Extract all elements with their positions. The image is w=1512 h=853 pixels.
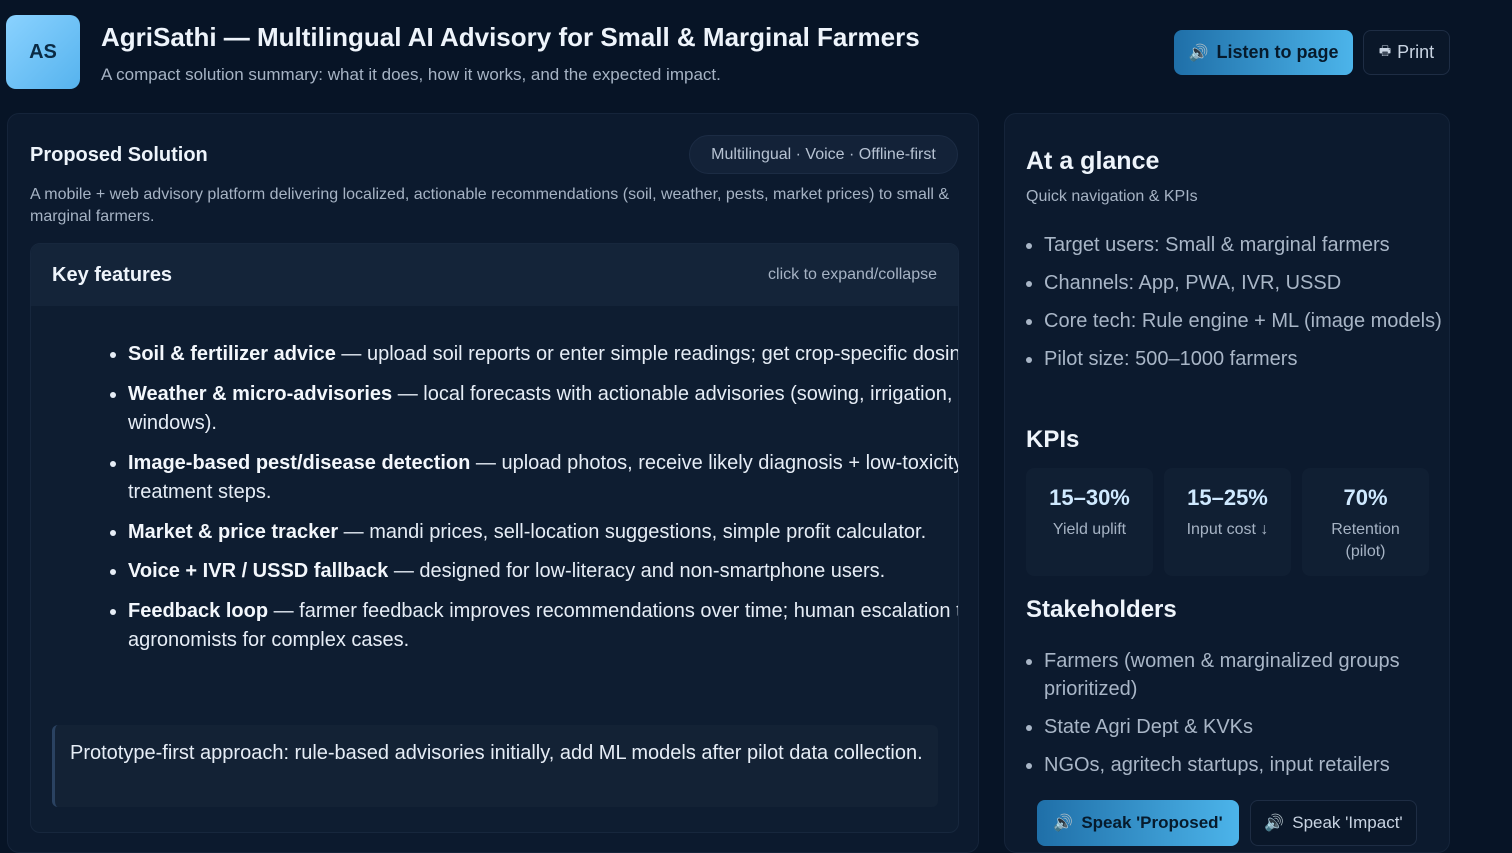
stakeholders-title: Stakeholders — [1026, 596, 1177, 623]
print-label: Print — [1397, 42, 1435, 62]
kpi-label: Input cost ↓ — [1186, 521, 1269, 538]
at-a-glance-card: At a glance Quick navigation & KPIs Targ… — [1004, 113, 1450, 853]
list-item: Weather & micro-advisories — local forec… — [128, 380, 958, 439]
proposed-solution-description: A mobile + web advisory platform deliver… — [30, 186, 950, 225]
speaker-icon: 🔊 — [1188, 44, 1209, 62]
page-subtitle: A compact solution summary: what it does… — [101, 65, 721, 84]
list-item: Feedback loop — farmer feedback improves… — [128, 597, 958, 656]
kpi-value: 15–25% — [1187, 485, 1268, 510]
list-item: Pilot size: 500–1000 farmers — [1044, 345, 1444, 373]
list-item: Voice + IVR / USSD fallback — designed f… — [128, 557, 958, 587]
feature-text: — designed for low-literacy and non-smar… — [388, 560, 886, 582]
at-a-glance-title: At a glance — [1026, 147, 1160, 175]
kpi-card: 70% Retention (pilot) — [1302, 468, 1429, 576]
feature-name: Market & price tracker — [128, 520, 339, 543]
feature-name: Image-based pest/disease detection — [128, 451, 471, 474]
listen-to-page-button[interactable]: 🔊 Listen to page — [1174, 30, 1353, 75]
speak-proposed-button[interactable]: 🔊 Speak 'Proposed' — [1037, 800, 1239, 846]
speaker-icon: 🔊 — [1053, 815, 1074, 832]
glance-list: Target users: Small & marginal farmers C… — [1026, 231, 1444, 383]
list-item: State Agri Dept & KVKs — [1044, 713, 1444, 741]
speaker-icon: 🔊 — [1264, 815, 1285, 832]
list-item: Channels: App, PWA, IVR, USSD — [1044, 269, 1444, 297]
speak-proposed-label: Speak 'Proposed' — [1081, 813, 1223, 832]
list-item: Farmers (women & marginalized groups pri… — [1044, 647, 1444, 703]
tags-pill: Multilingual · Voice · Offline-first — [689, 135, 958, 174]
feature-name: Voice + IVR / USSD fallback — [128, 560, 389, 582]
feature-name: Feedback loop — [128, 599, 269, 622]
kpis-title: KPIs — [1026, 426, 1080, 453]
expand-collapse-hint: click to expand/collapse — [768, 266, 937, 283]
features-list: Soil & fertilizer advice — upload soil r… — [31, 340, 959, 666]
printer-icon: 🖶 — [1378, 42, 1392, 58]
feature-text: — mandi prices, sell-location suggestion… — [338, 520, 927, 543]
kpi-value: 15–30% — [1049, 485, 1130, 510]
list-item: Image-based pest/disease detection — upl… — [128, 449, 958, 508]
list-item: Market & price tracker — mandi prices, s… — [128, 518, 958, 548]
stakeholders-list: Farmers (women & marginalized groups pri… — [1026, 647, 1444, 789]
kpi-card: 15–30% Yield uplift — [1026, 468, 1153, 576]
feature-name: Soil & fertilizer advice — [128, 343, 336, 365]
kpi-value: 70% — [1343, 485, 1388, 510]
proposed-solution-title: Proposed Solution — [30, 144, 208, 166]
at-a-glance-subtitle: Quick navigation & KPIs — [1026, 188, 1198, 205]
speak-impact-button[interactable]: 🔊 Speak 'Impact' — [1250, 800, 1417, 846]
key-features-toggle[interactable]: Key features click to expand/collapse — [31, 244, 958, 306]
listen-label: Listen to page — [1216, 42, 1339, 62]
key-features-title: Key features — [52, 263, 173, 286]
list-item: NGOs, agritech startups, input retailers — [1044, 751, 1444, 779]
list-item: Soil & fertilizer advice — upload soil r… — [128, 340, 959, 370]
kpi-label: Retention (pilot) — [1331, 521, 1400, 560]
list-item: Target users: Small & marginal farmers — [1044, 231, 1444, 259]
feature-name: Weather & micro-advisories — [128, 382, 393, 405]
key-features-panel: Key features click to expand/collapse So… — [30, 243, 959, 833]
print-button[interactable]: 🖶 Print — [1363, 30, 1450, 75]
prototype-note: Prototype-first approach: rule-based adv… — [52, 725, 938, 807]
kpi-card: 15–25% Input cost ↓ — [1164, 468, 1291, 576]
feature-text: — upload soil reports or enter simple re… — [335, 343, 959, 365]
proposed-solution-card: Proposed Solution Multilingual · Voice ·… — [7, 113, 979, 853]
page-title: AgriSathi — Multilingual AI Advisory for… — [101, 22, 920, 52]
speak-impact-label: Speak 'Impact' — [1292, 813, 1403, 832]
app-logo: AS — [6, 15, 80, 89]
list-item: Core tech: Rule engine + ML (image model… — [1044, 307, 1444, 335]
kpi-label: Yield uplift — [1052, 521, 1127, 538]
